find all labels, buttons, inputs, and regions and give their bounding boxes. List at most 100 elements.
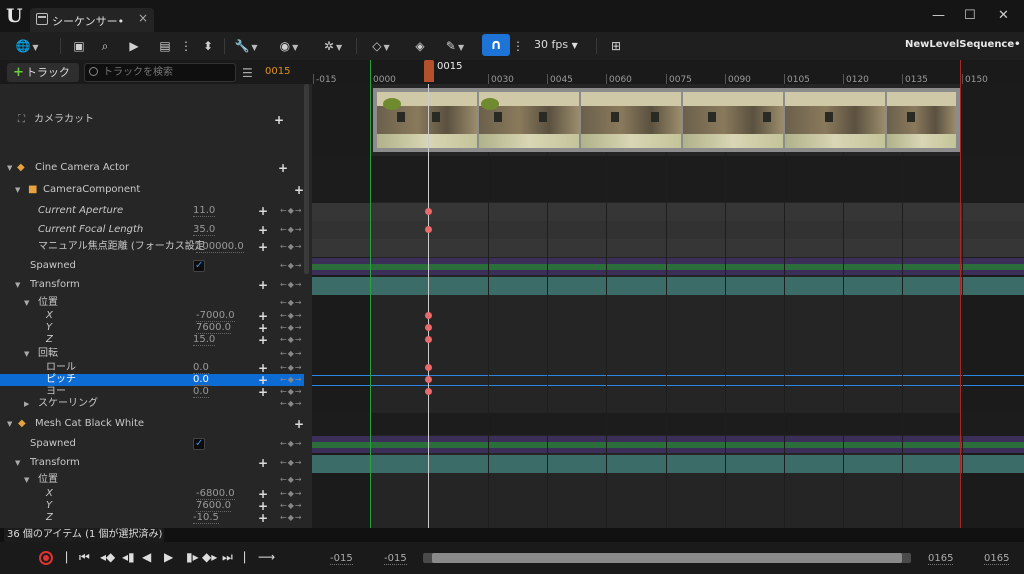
key-navigation-icon[interactable]: ←◆→	[280, 374, 303, 386]
view-end[interactable]: 0165	[984, 553, 1010, 565]
property-value-field[interactable]: -6800.0	[196, 488, 235, 500]
outliner-row[interactable]: Z 15.0 + ←◆→	[0, 334, 304, 346]
outliner-row[interactable]: ▶ スケーリング ←◆→	[0, 398, 304, 410]
next-key-icon[interactable]: ◆▸	[202, 550, 217, 564]
render-movie-icon[interactable]: ▶	[124, 36, 144, 56]
outliner-row[interactable]: マニュアル焦点距離 (フォーカス設定 100000.0 + ←◆→	[0, 241, 304, 253]
focus-lane[interactable]	[312, 239, 1024, 257]
sequence-name[interactable]: NewLevelSequence•	[905, 39, 1021, 50]
add-key-icon[interactable]: +	[258, 512, 268, 524]
camera-cut-thumbnails[interactable]	[373, 88, 960, 152]
property-value-field[interactable]: 0.0	[193, 362, 209, 374]
snap-magnet-button[interactable]: ∩	[482, 34, 510, 56]
add-key-icon[interactable]: +	[258, 241, 268, 253]
key-navigation-icon[interactable]: ←◆→	[280, 310, 303, 322]
key-tag-icon[interactable]: ◈	[412, 36, 428, 56]
keyframe[interactable]	[425, 226, 432, 233]
add-key-icon[interactable]: +	[258, 279, 268, 291]
add-key-icon[interactable]: +	[258, 386, 268, 398]
collapse-arrow-icon[interactable]: ▼	[15, 184, 20, 196]
outliner-row[interactable]: Z -10.5 + ←◆→	[0, 512, 304, 524]
world-dropdown-button[interactable]: 🌐 ▼	[12, 36, 42, 56]
pen-icon[interactable]: ✎ ▼	[440, 36, 470, 56]
keyframe[interactable]	[425, 312, 432, 319]
key-navigation-icon[interactable]: ←◆→	[280, 205, 303, 217]
previous-key-icon[interactable]: ⏮	[79, 550, 90, 565]
property-value-field[interactable]: 0.0	[193, 374, 209, 386]
play-icon[interactable]: ▶	[164, 550, 173, 564]
add-key-icon[interactable]: +	[258, 205, 268, 217]
property-value-field[interactable]: 7600.0	[196, 500, 231, 512]
tab-sequencer[interactable]: シーケンサー• ×	[30, 8, 154, 32]
collapse-arrow-icon[interactable]: ▼	[24, 474, 29, 486]
key-navigation-icon[interactable]: ←◆→	[280, 279, 303, 291]
keyframe[interactable]	[425, 324, 432, 331]
loop-icon[interactable]: ⎸	[244, 550, 256, 565]
close-window-icon[interactable]: ✕	[998, 8, 1009, 23]
outliner-row[interactable]: ▼ 位置 ←◆→	[0, 297, 304, 309]
outliner-row[interactable]: ▼ ■ CameraComponent +	[0, 184, 304, 196]
wrench-icon[interactable]: 🔧 ▼	[232, 36, 260, 56]
eye-icon[interactable]: ◉ ▼	[274, 36, 304, 56]
current-frame[interactable]: 0015	[265, 66, 290, 77]
outliner-row[interactable]: ▼ ◆ Cine Camera Actor +	[0, 162, 304, 174]
view-start[interactable]: -015	[330, 553, 353, 565]
collapse-arrow-icon[interactable]: ▼	[7, 162, 12, 174]
key-navigation-icon[interactable]: ←◆→	[280, 260, 303, 272]
add-key-icon[interactable]: +	[294, 184, 304, 196]
playback-range-icon[interactable]: ⟶	[258, 550, 275, 564]
key-navigation-icon[interactable]: ←◆→	[280, 398, 303, 410]
outliner-row[interactable]: ▼ 回転 ←◆→	[0, 348, 304, 360]
keyframe[interactable]	[425, 336, 432, 343]
range-start-marker[interactable]	[370, 60, 371, 528]
add-track-button[interactable]: + トラック	[7, 63, 79, 82]
outliner-row[interactable]: Current Focal Length 35.0 + ←◆→	[0, 224, 304, 236]
keyframe[interactable]	[425, 388, 432, 395]
key-navigation-icon[interactable]: ←◆→	[280, 362, 303, 374]
key-navigation-icon[interactable]: ←◆→	[280, 457, 303, 469]
close-tab-icon[interactable]: ×	[138, 11, 148, 25]
outliner-row[interactable]: ▼ ◆ Mesh Cat Black White +	[0, 418, 304, 430]
outliner-row[interactable]: ⛶ カメラカット +	[0, 114, 304, 126]
outliner-row[interactable]: Current Aperture 11.0 + ←◆→	[0, 205, 304, 217]
transform-lane[interactable]	[312, 277, 1024, 295]
add-key-icon[interactable]: +	[278, 162, 288, 174]
key-navigation-icon[interactable]: ←◆→	[280, 386, 303, 398]
pitch-lane-selected[interactable]	[312, 375, 1024, 386]
collapse-arrow-icon[interactable]: ▼	[7, 418, 12, 430]
minimize-icon[interactable]: —	[932, 8, 945, 23]
aperture-lane[interactable]	[312, 203, 1024, 221]
keyframe[interactable]	[425, 208, 432, 215]
add-key-icon[interactable]: +	[258, 224, 268, 236]
key-navigation-icon[interactable]: ←◆→	[280, 322, 303, 334]
step-forward-frame-icon[interactable]: ▮▸	[186, 550, 199, 564]
camera-tools-icon[interactable]: ⬍	[198, 36, 218, 56]
outliner-row[interactable]: Spawned ←◆→	[0, 438, 304, 450]
work-start[interactable]: -015	[384, 553, 407, 565]
snap-options-icon[interactable]: ⋮	[512, 36, 524, 56]
spawned-checkbox[interactable]	[193, 260, 205, 272]
collapse-arrow-icon[interactable]: ▼	[15, 279, 20, 291]
outliner-scrollbar[interactable]	[304, 84, 309, 274]
add-key-icon[interactable]: +	[274, 114, 284, 126]
key-navigation-icon[interactable]: ←◆→	[280, 334, 303, 346]
maximize-icon[interactable]: ☐	[964, 8, 976, 23]
outliner-row[interactable]: ▼ Transform + ←◆→	[0, 279, 304, 291]
search-input[interactable]	[84, 63, 236, 82]
clapper-icon[interactable]: ▤	[155, 36, 175, 56]
key-navigation-icon[interactable]: ←◆→	[280, 512, 303, 524]
key-navigation-icon[interactable]: ←◆→	[280, 241, 303, 253]
keyframe[interactable]	[425, 376, 432, 383]
property-value-field[interactable]: -10.5	[193, 512, 219, 524]
keyframe[interactable]	[425, 364, 432, 371]
key-navigation-icon[interactable]: ←◆→	[280, 297, 303, 309]
outliner-row[interactable]: ヨー 0.0 + ←◆→	[0, 386, 304, 398]
jump-to-end-icon[interactable]: ⏭	[222, 550, 233, 565]
key-navigation-icon[interactable]: ←◆→	[280, 488, 303, 500]
property-value-field[interactable]: 35.0	[193, 224, 216, 236]
outliner-row[interactable]: Spawned ←◆→	[0, 260, 304, 272]
step-back-key-icon[interactable]: ◂◆	[100, 550, 115, 564]
outliner-row[interactable]: ▼ 位置 ←◆→	[0, 474, 304, 486]
key-navigation-icon[interactable]: ←◆→	[280, 438, 303, 450]
work-end[interactable]: 0165	[928, 553, 954, 565]
